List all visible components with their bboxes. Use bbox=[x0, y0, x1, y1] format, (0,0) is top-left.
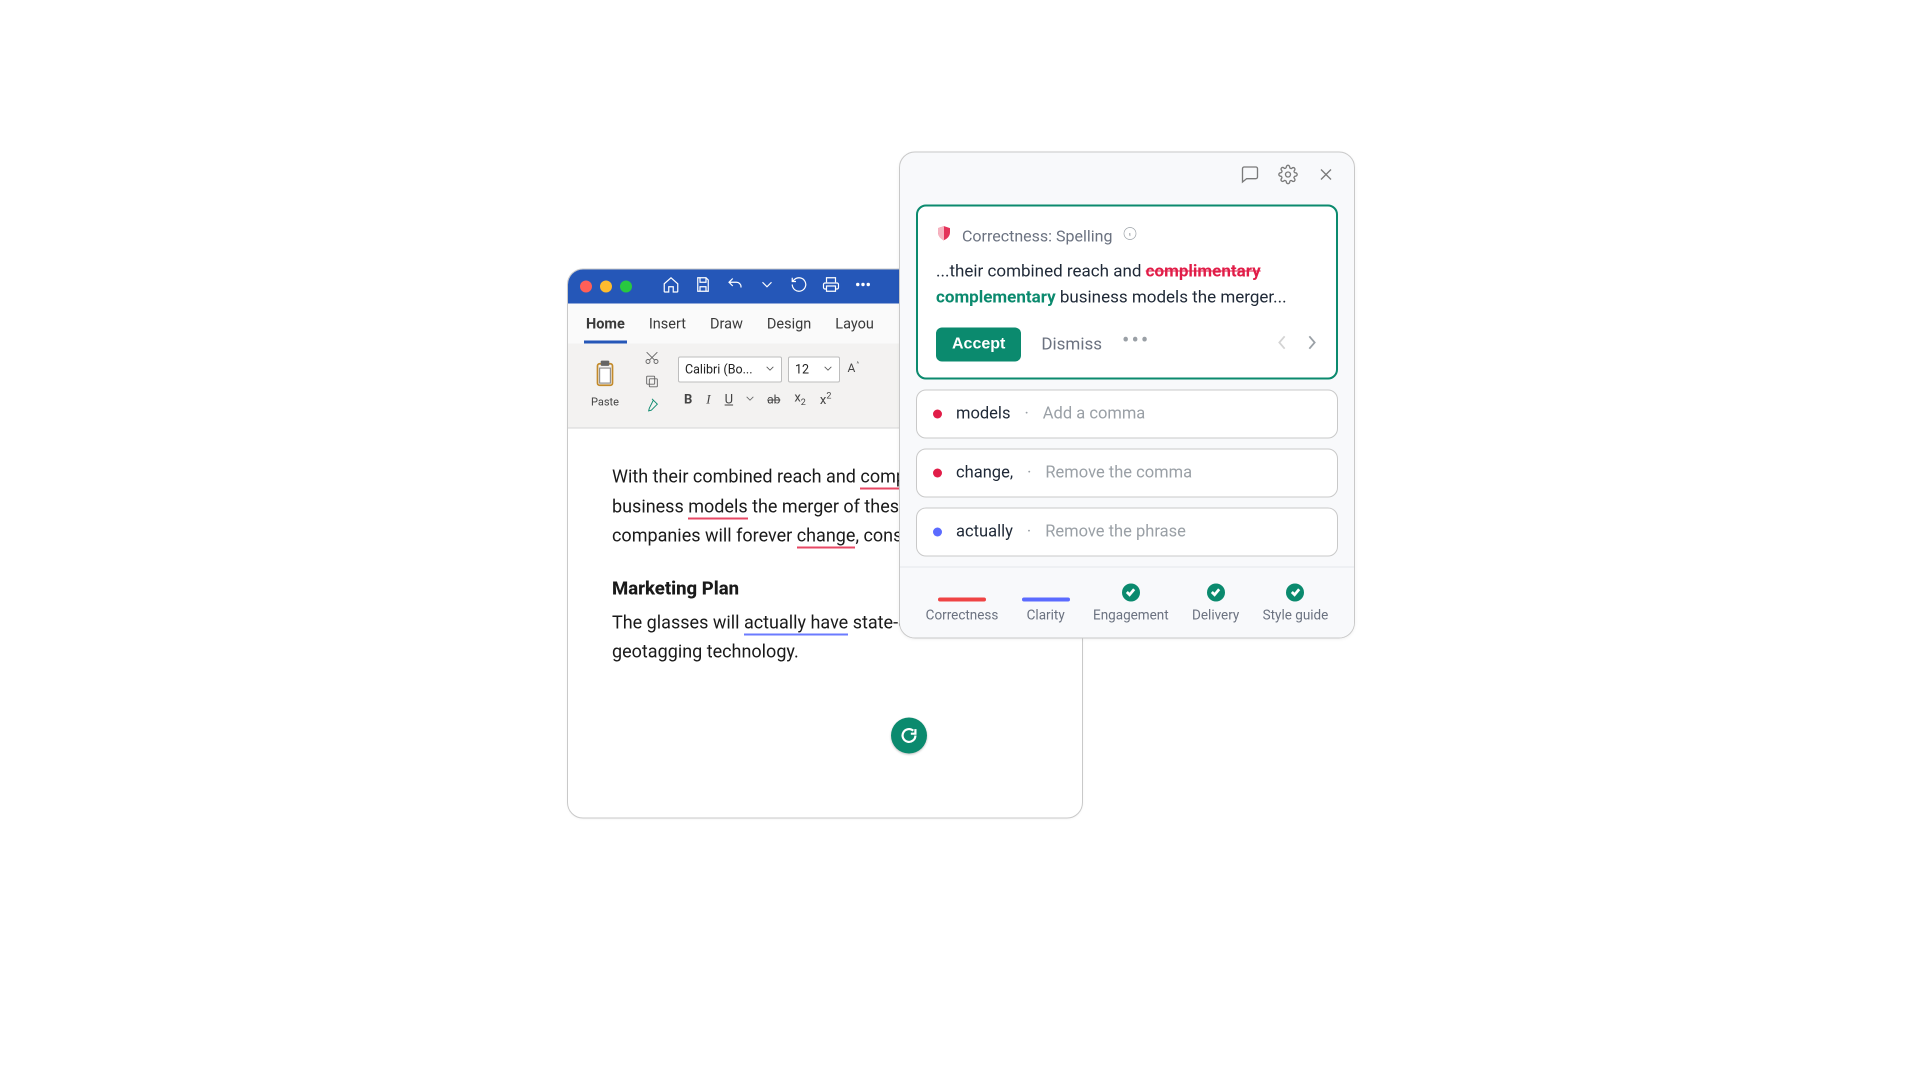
chevron-down-icon[interactable] bbox=[758, 276, 776, 298]
format-painter-icon[interactable] bbox=[644, 398, 660, 418]
window-controls[interactable] bbox=[580, 281, 632, 293]
tab-draw[interactable]: Draw bbox=[708, 312, 745, 344]
grammarly-panel: Correctness: Spelling ...their combined … bbox=[899, 152, 1355, 639]
text: ...their combined reach and bbox=[936, 262, 1146, 282]
footer-engagement[interactable]: Engagement bbox=[1093, 583, 1169, 623]
chevron-down-icon bbox=[765, 362, 775, 377]
dismiss-button[interactable]: Dismiss bbox=[1041, 334, 1102, 354]
shield-icon bbox=[936, 225, 952, 247]
subscript-button[interactable]: x2 bbox=[792, 389, 808, 411]
check-icon bbox=[1207, 583, 1225, 601]
text: With their combined reach and bbox=[612, 467, 860, 488]
item-hint: Remove the phrase bbox=[1045, 522, 1186, 541]
card-title: Correctness: Spelling bbox=[936, 225, 1318, 247]
item-hint: Remove the comma bbox=[1045, 463, 1192, 482]
paste-label: Paste bbox=[591, 395, 619, 408]
print-icon[interactable] bbox=[822, 276, 840, 298]
suggestion-item[interactable]: actually · Remove the phrase bbox=[916, 507, 1338, 556]
replacement-word: complementary bbox=[936, 288, 1056, 308]
more-icon[interactable] bbox=[854, 276, 872, 298]
tab-design[interactable]: Design bbox=[765, 312, 813, 344]
footer-correctness[interactable]: Correctness bbox=[926, 597, 999, 623]
gear-icon[interactable] bbox=[1278, 165, 1298, 189]
svg-text:A: A bbox=[848, 361, 856, 375]
close-dot-icon[interactable] bbox=[580, 281, 592, 293]
suggestion-item[interactable]: models · Add a comma bbox=[916, 389, 1338, 438]
next-icon[interactable] bbox=[1306, 334, 1318, 354]
svg-text:^: ^ bbox=[857, 361, 860, 368]
font-family-value: Calibri (Bo... bbox=[685, 362, 753, 377]
separator: · bbox=[1027, 522, 1031, 541]
refresh-icon[interactable] bbox=[790, 276, 808, 298]
clarity-word[interactable]: actually have bbox=[744, 612, 848, 635]
tab-insert[interactable]: Insert bbox=[647, 312, 688, 344]
prev-icon[interactable] bbox=[1276, 334, 1288, 354]
footer-styleguide[interactable]: Style guide bbox=[1263, 583, 1329, 623]
dot-icon bbox=[933, 468, 942, 477]
font-family-select[interactable]: Calibri (Bo... bbox=[678, 357, 782, 383]
footer-label: Engagement bbox=[1093, 607, 1169, 623]
footer-label: Delivery bbox=[1192, 607, 1239, 623]
item-word: change, bbox=[956, 463, 1013, 482]
bar-icon bbox=[938, 597, 986, 601]
grammarly-badge-icon[interactable] bbox=[891, 718, 927, 754]
accept-button[interactable]: Accept bbox=[936, 327, 1021, 361]
cut-icon[interactable] bbox=[644, 350, 660, 370]
minimize-dot-icon[interactable] bbox=[600, 281, 612, 293]
home-icon[interactable] bbox=[662, 276, 680, 298]
separator: · bbox=[1027, 463, 1031, 482]
card-actions: Accept Dismiss ••• bbox=[936, 327, 1318, 361]
dot-icon bbox=[933, 527, 942, 536]
card-category: Correctness: Spelling bbox=[962, 226, 1112, 245]
footer-label: Style guide bbox=[1263, 607, 1329, 623]
save-icon[interactable] bbox=[694, 276, 712, 298]
panel-header bbox=[900, 153, 1354, 195]
tab-home[interactable]: Home bbox=[584, 312, 627, 344]
undo-icon[interactable] bbox=[726, 276, 744, 298]
error-word[interactable]: models bbox=[688, 496, 747, 519]
zoom-dot-icon[interactable] bbox=[620, 281, 632, 293]
font-size-value: 12 bbox=[795, 362, 809, 377]
suggestion-card[interactable]: Correctness: Spelling ...their combined … bbox=[916, 205, 1338, 380]
underline-button[interactable]: U bbox=[723, 390, 735, 409]
superscript-button[interactable]: x2 bbox=[818, 389, 834, 409]
paste-button[interactable]: Paste bbox=[578, 359, 632, 408]
footer-label: Clarity bbox=[1027, 607, 1065, 623]
increase-font-icon[interactable]: A^ bbox=[846, 359, 864, 381]
wrong-word: complimentary bbox=[1146, 262, 1261, 282]
check-icon bbox=[1122, 583, 1140, 601]
footer-delivery[interactable]: Delivery bbox=[1192, 583, 1239, 623]
italic-button[interactable]: I bbox=[704, 390, 712, 410]
item-hint: Add a comma bbox=[1043, 404, 1146, 423]
separator: · bbox=[1024, 404, 1028, 423]
suggestion-item[interactable]: change, · Remove the comma bbox=[916, 448, 1338, 497]
close-icon[interactable] bbox=[1316, 165, 1336, 189]
card-body: ...their combined reach and complimentar… bbox=[936, 259, 1318, 312]
bold-button[interactable]: B bbox=[682, 390, 694, 409]
text: The glasses will bbox=[612, 612, 744, 633]
chevron-down-icon[interactable] bbox=[745, 392, 755, 407]
error-word[interactable]: change bbox=[797, 526, 856, 549]
font-style-tools: B I U ab x2 x2 bbox=[682, 389, 864, 411]
footer-clarity[interactable]: Clarity bbox=[1022, 597, 1070, 623]
dot-icon bbox=[933, 409, 942, 418]
bar-icon bbox=[1022, 597, 1070, 601]
font-size-select[interactable]: 12 bbox=[788, 357, 840, 383]
panel-footer: Correctness Clarity Engagement Delivery … bbox=[900, 566, 1354, 637]
copy-icon[interactable] bbox=[644, 374, 660, 394]
check-icon bbox=[1286, 583, 1304, 601]
strikethrough-button[interactable]: ab bbox=[765, 391, 782, 409]
item-word: actually bbox=[956, 522, 1013, 541]
text: business bbox=[612, 496, 688, 517]
info-icon[interactable] bbox=[1122, 226, 1138, 246]
card-nav bbox=[1276, 334, 1318, 354]
tab-layout[interactable]: Layou bbox=[833, 312, 876, 344]
chevron-down-icon bbox=[823, 362, 833, 377]
feedback-icon[interactable] bbox=[1240, 165, 1260, 189]
clipboard-icon bbox=[592, 359, 618, 393]
item-word: models bbox=[956, 404, 1010, 423]
text: business models the merger... bbox=[1056, 288, 1287, 308]
footer-label: Correctness bbox=[926, 607, 999, 623]
